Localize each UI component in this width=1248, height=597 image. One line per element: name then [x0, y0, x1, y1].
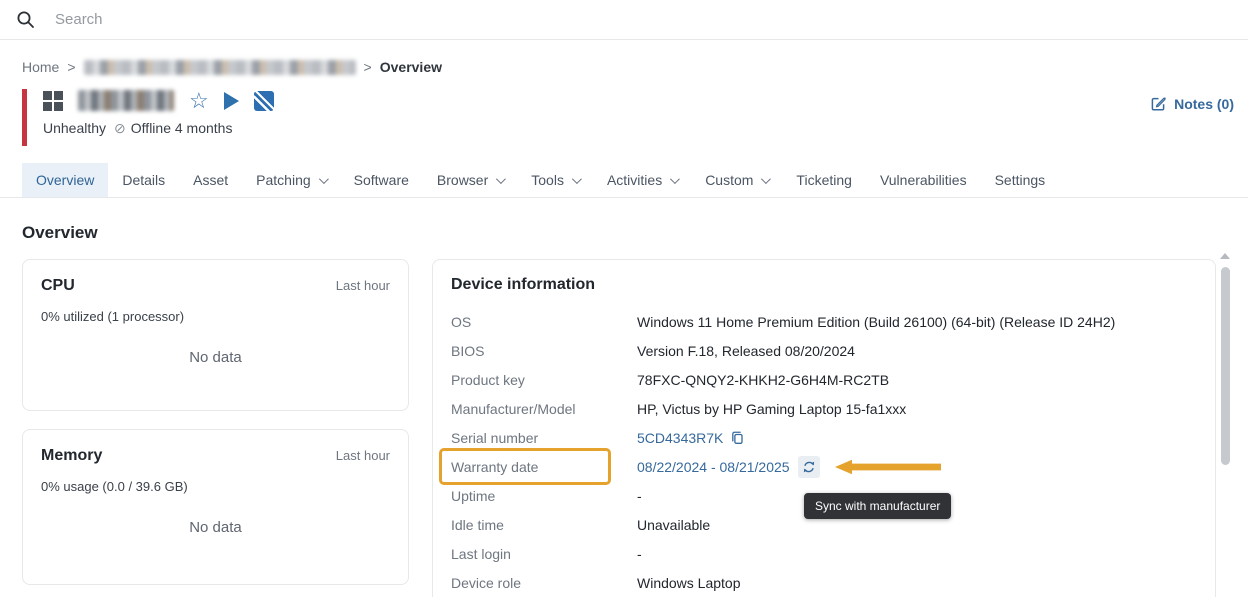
- memory-no-data: No data: [41, 519, 390, 536]
- tab-details[interactable]: Details: [108, 163, 179, 197]
- copy-icon[interactable]: [730, 430, 745, 445]
- tab-settings[interactable]: Settings: [981, 163, 1060, 197]
- scrollbar-thumb[interactable]: [1221, 267, 1230, 465]
- device-name-redacted: [78, 90, 174, 111]
- tab-custom[interactable]: Custom: [691, 163, 782, 197]
- offline-status-text: Offline 4 months: [131, 120, 233, 136]
- sync-with-manufacturer-button[interactable]: [798, 456, 820, 478]
- chevron-down-icon: [572, 174, 582, 184]
- cpu-card: CPU Last hour 0% utilized (1 processor) …: [22, 259, 409, 411]
- device-info-row-bios: BIOS Version F.18, Released 08/20/2024: [451, 336, 1197, 365]
- search-icon[interactable]: [16, 10, 35, 29]
- cpu-period-label: Last hour: [336, 278, 390, 293]
- breadcrumb-separator: >: [67, 59, 75, 75]
- serial-number-link[interactable]: 5CD4343R7K: [637, 430, 723, 446]
- tab-ticketing[interactable]: Ticketing: [782, 163, 866, 197]
- tab-browser[interactable]: Browser: [423, 163, 517, 197]
- breadcrumb-home-link[interactable]: Home: [22, 59, 59, 75]
- device-info-row-device-role: Device role Windows Laptop: [451, 568, 1197, 597]
- device-info-row-product-key: Product key 78FXC-QNQY2-KHKH2-G6H4M-RC2T…: [451, 365, 1197, 394]
- device-information-card: Device information OS Windows 11 Home Pr…: [432, 259, 1216, 597]
- device-info-row-os: OS Windows 11 Home Premium Edition (Buil…: [451, 307, 1197, 336]
- breadcrumb-separator: >: [364, 59, 372, 75]
- tab-tools[interactable]: Tools: [517, 163, 593, 197]
- memory-summary: 0% usage (0.0 / 39.6 GB): [41, 479, 390, 494]
- memory-card-title: Memory: [41, 447, 102, 465]
- offline-icon: ⊘: [114, 121, 126, 135]
- device-info-row-manufacturer-model: Manufacturer/Model HP, Victus by HP Gami…: [451, 394, 1197, 423]
- page-title: Overview: [22, 223, 1226, 243]
- warranty-date-link[interactable]: 08/22/2024 - 08/21/2025: [637, 459, 790, 475]
- chevron-down-icon: [496, 174, 506, 184]
- memory-card: Memory Last hour 0% usage (0.0 / 39.6 GB…: [22, 429, 409, 585]
- tab-vulnerabilities[interactable]: Vulnerabilities: [866, 163, 981, 197]
- notes-button[interactable]: Notes (0): [1150, 95, 1234, 112]
- tab-patching[interactable]: Patching: [242, 163, 339, 197]
- device-info-row-serial-number: Serial number 5CD4343R7K: [451, 423, 1197, 452]
- refresh-icon: [802, 460, 816, 474]
- windows-logo-icon: [43, 91, 63, 111]
- tab-activities[interactable]: Activities: [593, 163, 691, 197]
- breadcrumb-current: Overview: [380, 59, 442, 75]
- cpu-summary: 0% utilized (1 processor): [41, 309, 390, 324]
- tab-software[interactable]: Software: [340, 163, 423, 197]
- sync-tooltip: Sync with manufacturer: [804, 493, 951, 519]
- tab-overview[interactable]: Overview: [22, 163, 108, 197]
- arrow-annotation: [835, 459, 941, 475]
- notes-icon: [1150, 95, 1167, 112]
- search-input[interactable]: [55, 11, 475, 28]
- health-status-text: Unhealthy: [43, 120, 106, 136]
- remote-connect-play-icon[interactable]: [224, 92, 239, 110]
- device-info-row-warranty-date: Warranty date 08/22/2024 - 08/21/2025: [451, 452, 1197, 481]
- chevron-down-icon: [670, 174, 680, 184]
- favorite-star-icon[interactable]: ☆: [189, 91, 209, 111]
- chevron-down-icon: [319, 174, 329, 184]
- device-information-title: Device information: [451, 276, 1197, 294]
- splashtop-icon[interactable]: [254, 91, 274, 111]
- chevron-down-icon: [761, 174, 771, 184]
- tab-bar: Overview Details Asset Patching Software…: [0, 163, 1248, 198]
- cpu-card-title: CPU: [41, 277, 75, 295]
- scrollbar-up-arrow-icon[interactable]: [1220, 253, 1230, 259]
- device-header: ☆ Unhealthy ⊘ Offline 4 months Notes (0): [22, 87, 1226, 147]
- vertical-scrollbar: [1219, 253, 1231, 597]
- breadcrumb-redacted-segment[interactable]: [84, 60, 356, 75]
- tab-asset[interactable]: Asset: [179, 163, 242, 197]
- breadcrumb: Home > > Overview: [22, 59, 1226, 75]
- memory-period-label: Last hour: [336, 448, 390, 463]
- device-info-row-last-login: Last login -: [451, 539, 1197, 568]
- notes-label: Notes (0): [1174, 96, 1234, 112]
- topbar: [0, 0, 1248, 40]
- unhealthy-status-bar: [22, 89, 27, 146]
- cpu-no-data: No data: [41, 349, 390, 366]
